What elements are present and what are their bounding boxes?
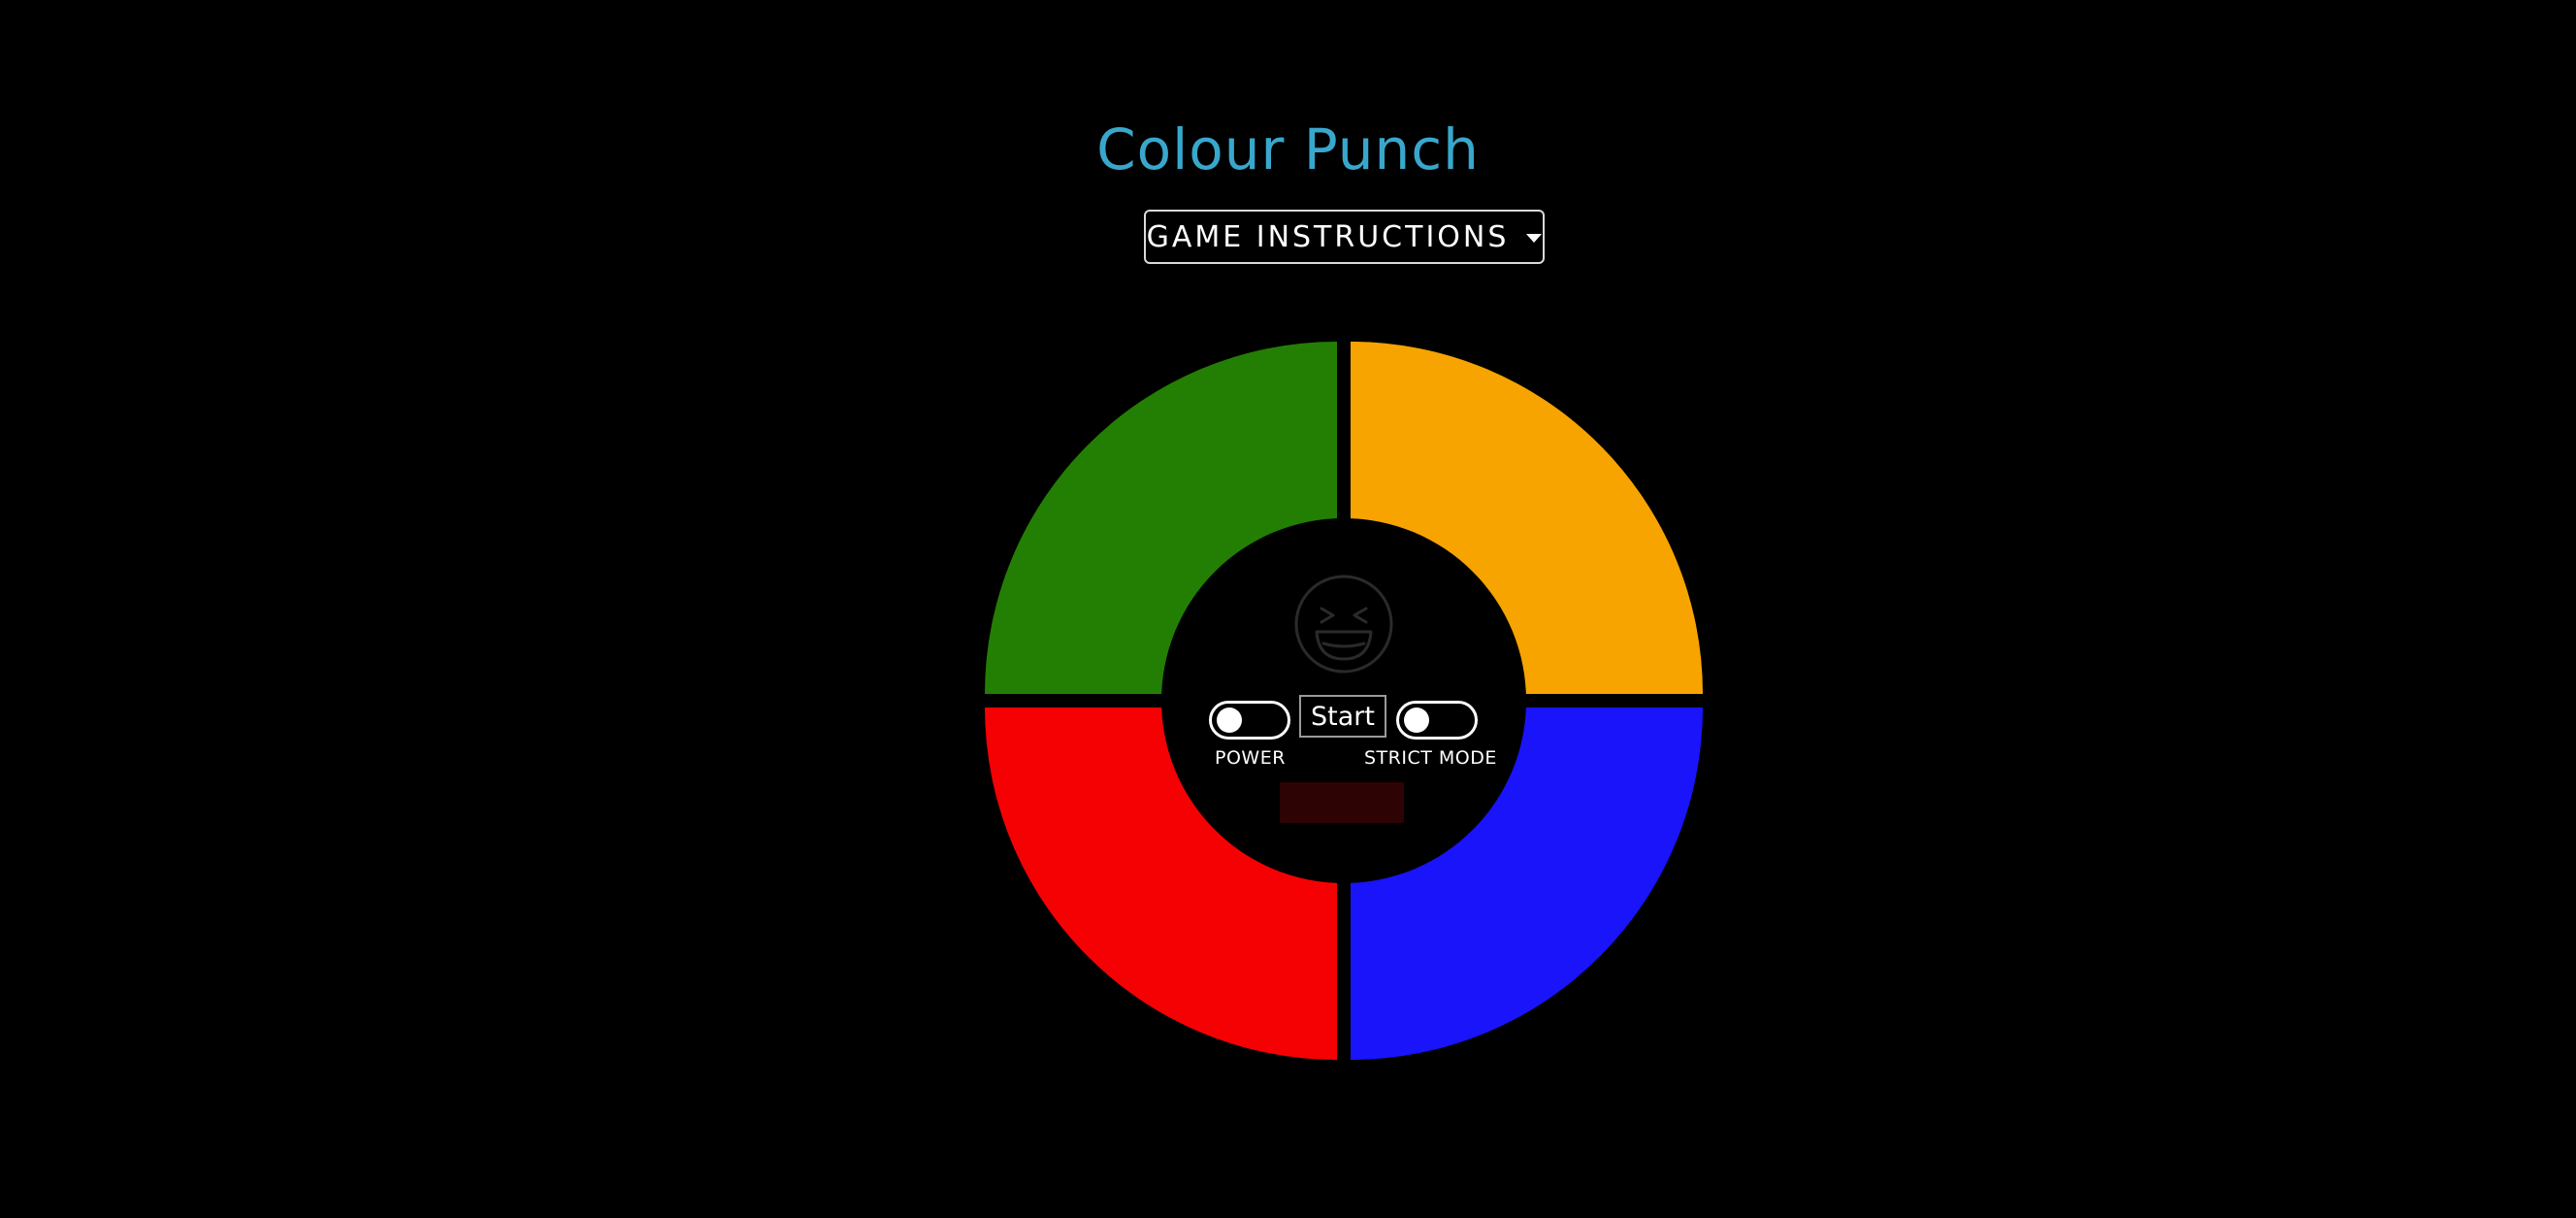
- page-title: Colour Punch: [1096, 116, 1480, 182]
- laughing-face-icon: [1294, 575, 1393, 674]
- strict-mode-toggle[interactable]: [1396, 701, 1478, 740]
- game-instructions-label: GAME INSTRUCTIONS: [1146, 219, 1510, 254]
- power-toggle-knob: [1217, 708, 1242, 733]
- strict-mode-toggle-knob: [1404, 708, 1429, 733]
- strict-mode-label: STRICT MODE: [1364, 747, 1497, 769]
- caret-down-icon: [1526, 233, 1543, 243]
- power-toggle[interactable]: [1209, 701, 1290, 740]
- count-display: [1280, 782, 1404, 823]
- control-panel: Start POWER STRICT MODE: [1161, 518, 1526, 883]
- game-instructions-button[interactable]: GAME INSTRUCTIONS: [1144, 210, 1545, 264]
- power-label: POWER: [1215, 747, 1286, 769]
- start-button[interactable]: Start: [1299, 695, 1386, 738]
